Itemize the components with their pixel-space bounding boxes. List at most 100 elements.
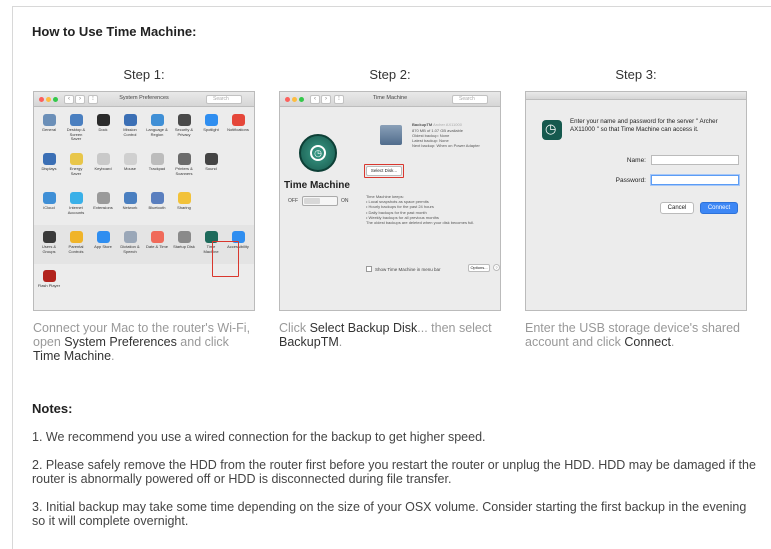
internet-accounts-icon xyxy=(69,192,83,204)
time-machine-sidebar: ◷ Time Machine OFF ON xyxy=(280,108,356,310)
pref-label: Parental Controls xyxy=(68,244,84,254)
pref-spotlight: Spotlight xyxy=(199,114,223,133)
pref-label: Trackpad xyxy=(148,166,166,171)
disk-name: BackupTM xyxy=(412,122,433,127)
pref-users-groups: Users & Groups xyxy=(37,231,61,254)
users-groups-icon xyxy=(42,231,56,243)
pref-label: Keyboard xyxy=(94,166,112,171)
time-machine-text: Time Machine xyxy=(33,349,112,363)
pref-label: Language & Region xyxy=(146,127,168,137)
icloud-icon xyxy=(42,192,56,204)
pref-displays: Displays xyxy=(37,153,61,172)
time-machine-details: BackupTM Archer AX11000 870 MB of 1.07 G… xyxy=(358,108,500,310)
step-3-caption: Enter the USB storage device's shared ac… xyxy=(525,321,741,349)
parental-controls-icon xyxy=(69,231,83,243)
pref-network: Network xyxy=(118,192,142,211)
backuptm-text: BackupTM xyxy=(279,335,339,349)
pref-label: Notifications xyxy=(227,127,249,132)
bluetooth-icon xyxy=(150,192,164,204)
step-2-caption: Click Select Backup Disk... then select … xyxy=(279,321,492,349)
highlight-select-disk xyxy=(364,164,404,178)
window-titlebar: ‹ › ⁝ System Preferences Search xyxy=(34,92,254,107)
time-machine-icon: ◷ xyxy=(299,134,337,172)
pref-dictation-speech: Dictation & Speech xyxy=(118,231,142,254)
window-titlebar xyxy=(526,92,746,100)
note-2: 2. Please safely remove the HDD from the… xyxy=(32,458,756,486)
pref-label: Network xyxy=(122,205,138,210)
mouse-icon xyxy=(123,153,137,165)
off-label: OFF xyxy=(288,198,298,204)
sound-icon xyxy=(204,153,218,165)
search-field: Search xyxy=(206,95,242,104)
pref-label: Spotlight xyxy=(203,127,219,132)
pref-language-region: Language & Region xyxy=(145,114,169,137)
menubar-checkbox: Show Time Machine in menu bar xyxy=(366,266,441,272)
general-icon xyxy=(42,114,56,126)
pref-label: Date & Time xyxy=(145,244,168,249)
keyboard-icon xyxy=(96,153,110,165)
note-1: 1. We recommend you use a wired connecti… xyxy=(32,430,486,444)
pref-label: Users & Groups xyxy=(41,244,57,254)
preferences-row: iCloud Internet Accounts Extensions Network… xyxy=(34,186,254,225)
energy-saver-icon xyxy=(69,153,83,165)
keeps-list: Time Machine keeps: • Local snapshots as… xyxy=(366,194,475,226)
language-region-icon xyxy=(150,114,164,126)
spotlight-icon xyxy=(204,114,218,126)
notes-title: Notes: xyxy=(32,401,73,416)
select-backup-disk-text: Select Backup Disk xyxy=(309,321,418,335)
printers-scanners-icon xyxy=(177,153,191,165)
pref-parental-controls: Parental Controls xyxy=(64,231,88,254)
password-label: Password: xyxy=(615,177,646,184)
pref-label: Mission Control xyxy=(123,127,137,137)
pref-label: Internet Accounts xyxy=(67,205,85,215)
pref-label: App Store xyxy=(94,244,112,249)
disk-details: 870 MB of 1.07 GB available Oldest backu… xyxy=(412,128,480,148)
disk-server: Archer AX11000 xyxy=(433,122,462,127)
pref-label: Sound xyxy=(205,166,217,171)
pref-label: Flash Player xyxy=(37,283,61,288)
pref-internet-accounts: Internet Accounts xyxy=(64,192,88,215)
preferences-row: Displays Energy Saver Keyboard Mouse Trackpa… xyxy=(34,147,254,186)
pref-label: Bluetooth xyxy=(148,205,166,210)
note-3: 3. Initial backup may take some time dep… xyxy=(32,500,747,528)
password-field xyxy=(651,175,739,185)
pref-label: Mouse xyxy=(123,166,136,171)
mission-control-icon xyxy=(123,114,137,126)
network-icon xyxy=(123,192,137,204)
step-2-screenshot: ‹ › ⁝ Time Machine Search ◷ Time Machine… xyxy=(279,91,501,311)
step-2-title: Step 2: xyxy=(369,67,411,82)
pref-label: Dock xyxy=(98,127,108,132)
startup-disk-icon xyxy=(177,231,191,243)
pref-app-store: App Store xyxy=(91,231,115,250)
page-title: How to Use Time Machine: xyxy=(32,24,197,39)
pref-label: Printers & Scanners xyxy=(175,166,193,176)
preferences-row: General Desktop & Screen Saver Dock Mission… xyxy=(34,108,254,147)
security-privacy-icon xyxy=(177,114,191,126)
help-icon: ? xyxy=(493,264,500,271)
pref-icloud: iCloud xyxy=(37,192,61,211)
pref-startup-disk: Startup Disk xyxy=(172,231,196,250)
sharing-icon xyxy=(177,192,191,204)
pref-bluetooth: Bluetooth xyxy=(145,192,169,211)
dock-icon xyxy=(96,114,110,126)
pref-desktop-screen-saver: Desktop & Screen Saver xyxy=(64,114,88,142)
pref-trackpad: Trackpad xyxy=(145,153,169,172)
step-3-title: Step 3: xyxy=(615,67,657,82)
pref-flash-player: Flash Player xyxy=(37,270,61,289)
pref-keyboard: Keyboard xyxy=(91,153,115,172)
system-preferences-text: System Preferences xyxy=(64,335,177,349)
time-machine-icon xyxy=(542,120,562,140)
step-1-caption: Connect your Mac to the router's Wi-Fi, … xyxy=(33,321,251,363)
pref-mission-control: Mission Control xyxy=(118,114,142,137)
displays-icon xyxy=(42,153,56,165)
search-field: Search xyxy=(452,95,488,104)
trackpad-icon xyxy=(150,153,164,165)
pref-energy-saver: Energy Saver xyxy=(64,153,88,176)
extensions-icon xyxy=(96,192,110,204)
pref-label: iCloud xyxy=(43,205,55,210)
window-titlebar: ‹ › ⁝ Time Machine Search xyxy=(280,92,500,107)
flash-player-icon xyxy=(42,270,56,282)
on-label: ON xyxy=(341,198,349,204)
desktop-screen-saver-icon xyxy=(69,114,83,126)
pref-label: Dictation & Speech xyxy=(120,244,140,254)
